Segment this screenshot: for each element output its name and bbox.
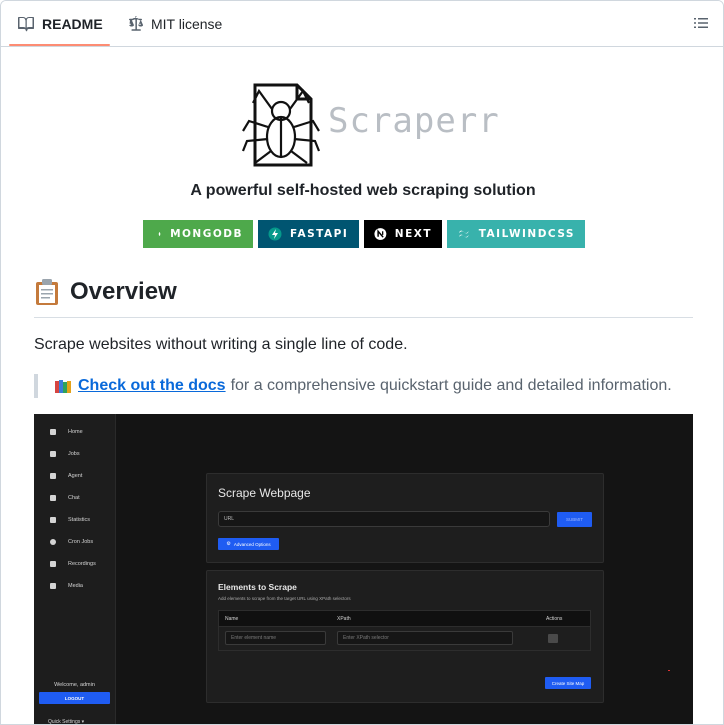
fastapi-bolt-icon (268, 227, 282, 241)
nav-item-label: Agent (68, 473, 83, 479)
spider-document-icon (241, 83, 321, 167)
scraperr-logo: Scraperr (241, 81, 499, 171)
nav-item-label: Statistics (68, 517, 91, 523)
folder-icon (50, 583, 56, 589)
url-input: URL (218, 511, 550, 527)
elements-card-subtitle: Add elements to scrape from the target U… (218, 596, 351, 601)
nav-item-label: Recordings (68, 561, 96, 567)
app-sidebar: Home Jobs Agent Chat Statistics Cron Job… (34, 414, 116, 725)
tab-mit-license-label: MIT license (151, 15, 223, 32)
badge-fastapi[interactable]: FASTAPI (258, 220, 359, 248)
heading-divider (34, 317, 693, 318)
bar-chart-icon (50, 517, 56, 523)
badge-mongodb[interactable]: MONGODB (143, 220, 253, 248)
elements-table-header: Name XPath Actions (218, 610, 591, 627)
docs-blockquote: Check out the docs for a comprehensive q… (34, 374, 672, 398)
add-element-button (548, 634, 558, 643)
readme-panel: README MIT license Scraperr A powerful s… (0, 0, 724, 725)
person-icon (50, 473, 56, 479)
xpath-input: Enter XPath selector (337, 631, 513, 645)
col-name: Name (225, 616, 239, 622)
nav-item-statistics: Statistics (50, 514, 90, 526)
tagline: A powerful self-hosted web scraping solu… (190, 182, 536, 199)
book-icon (18, 16, 34, 31)
badge-next[interactable]: NEXT (364, 220, 442, 248)
elements-card-title: Elements to Scrape (218, 582, 297, 592)
app-screenshot: Home Jobs Agent Chat Statistics Cron Job… (34, 414, 693, 725)
nav-item-label: Chat (68, 495, 80, 501)
nav-item-label: Jobs (68, 451, 80, 457)
nav-item-recordings: Recordings (50, 558, 96, 570)
gear-icon: ⚙ (226, 541, 231, 547)
docs-link[interactable]: Check out the docs (78, 377, 226, 395)
tab-readme-label: README (42, 15, 103, 32)
overview-heading: Overview (34, 278, 177, 306)
chevron-down-icon: ▾ (81, 719, 85, 725)
submit-button: SUBMIT (557, 512, 592, 527)
mongodb-leaf-icon (158, 231, 161, 237)
nav-item-label: Home (68, 429, 83, 435)
clock-icon (50, 539, 56, 545)
logo-text: Scraperr (328, 101, 500, 141)
home-icon (50, 429, 56, 435)
nextjs-icon (374, 228, 387, 240)
tab-bar: README MIT license (1, 1, 723, 47)
overview-heading-text: Overview (70, 278, 177, 305)
list-icon[interactable] (693, 15, 709, 31)
col-actions: Actions (546, 616, 563, 622)
nav-item-agent: Agent (50, 470, 82, 482)
col-xpath: XPath (337, 616, 351, 622)
nav-item-jobs: Jobs (50, 448, 80, 460)
badge-tailwindcss-label: TAILWINDCSS (478, 228, 575, 240)
tech-badges: MONGODB FASTAPI NEXT TAILWINDCSS (143, 220, 585, 248)
scale-icon (129, 15, 143, 31)
table-row: Enter element name Enter XPath selector (218, 627, 591, 651)
scrape-card-title: Scrape Webpage (218, 486, 311, 500)
active-tab-indicator (9, 44, 110, 46)
tab-mit-license[interactable]: MIT license (127, 1, 222, 46)
advanced-options-label: Advanced Options (233, 541, 271, 547)
badge-fastapi-label: FASTAPI (290, 228, 349, 240)
nav-item-media: Media (50, 580, 83, 592)
badge-tailwindcss[interactable]: TAILWINDCSS (447, 220, 585, 248)
element-name-input: Enter element name (225, 631, 326, 645)
badge-mongodb-label: MONGODB (170, 228, 243, 240)
welcome-text: Welcome, admin (54, 682, 95, 688)
nav-item-cron-jobs: Cron Jobs (50, 536, 93, 548)
nav-item-label: Cron Jobs (68, 539, 94, 545)
nav-item-label: Media (68, 583, 83, 589)
file-icon (50, 561, 56, 567)
nav-item-home: Home (50, 426, 83, 438)
quick-settings-label: Quick Settings (48, 719, 81, 725)
quick-settings: Quick Settings ▾ (48, 719, 85, 725)
tab-readme[interactable]: README (18, 1, 103, 46)
badge-next-label: NEXT (394, 228, 432, 240)
intro-paragraph: Scrape websites without writing a single… (34, 336, 408, 353)
create-site-map-button: Create Site Map (545, 677, 591, 689)
docs-quote-text: for a comprehensive quickstart guide and… (230, 377, 672, 394)
tailwind-icon (458, 230, 469, 238)
status-dot (668, 670, 670, 671)
scrape-webpage-card: Scrape Webpage URL SUBMIT ⚙ Advanced Opti… (206, 473, 604, 563)
clipboard-emoji (36, 279, 58, 305)
jobs-icon (50, 451, 56, 457)
nav-item-chat: Chat (50, 492, 80, 504)
advanced-options-button: ⚙ Advanced Options (218, 538, 279, 550)
logout-button: LOGOUT (39, 692, 110, 704)
elements-card: Elements to Scrape Add elements to scrap… (206, 570, 604, 703)
sparkle-icon (50, 495, 56, 501)
books-emoji (55, 380, 71, 393)
